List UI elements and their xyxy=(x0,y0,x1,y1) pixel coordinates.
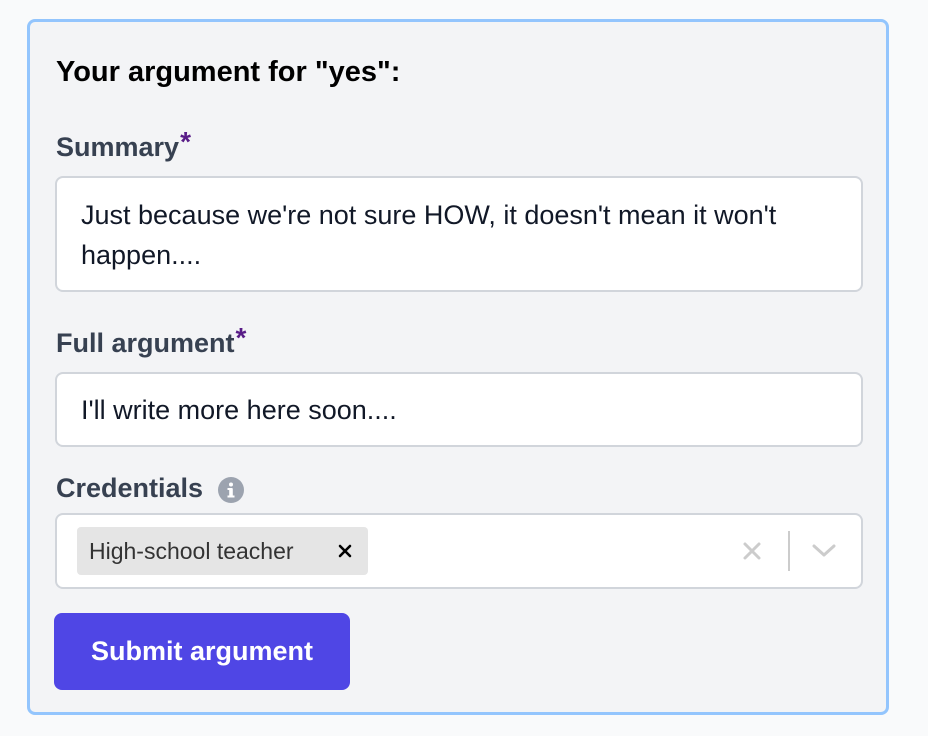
full-argument-input-value: I'll write more here soon.... xyxy=(81,395,397,425)
credentials-label-text: Credentials xyxy=(56,473,204,503)
summary-label-text: Summary xyxy=(56,132,180,162)
credentials-select[interactable]: High-school teacher xyxy=(55,513,863,589)
full-argument-label: Full argument * xyxy=(56,322,246,360)
summary-label: Summary * xyxy=(56,126,191,164)
credential-chip: High-school teacher xyxy=(77,527,368,575)
argument-form-card: Your argument for "yes": Summary * Just b… xyxy=(27,19,889,715)
chevron-down-icon[interactable] xyxy=(807,536,841,566)
full-argument-input[interactable]: I'll write more here soon.... xyxy=(55,372,863,447)
full-argument-label-text: Full argument xyxy=(56,328,235,358)
form-heading: Your argument for "yes": xyxy=(56,56,401,88)
submit-argument-button[interactable]: Submit argument xyxy=(54,613,350,690)
credentials-label: Credentials xyxy=(56,473,245,504)
close-icon[interactable] xyxy=(330,527,360,575)
close-icon[interactable] xyxy=(737,536,767,566)
summary-input[interactable]: Just because we're not sure HOW, it does… xyxy=(55,176,863,292)
indicator-separator xyxy=(788,531,790,571)
info-icon[interactable] xyxy=(218,476,245,503)
required-marker: * xyxy=(235,322,247,353)
summary-input-value: Just because we're not sure HOW, it does… xyxy=(81,200,777,270)
required-marker: * xyxy=(180,126,191,157)
credential-chip-label: High-school teacher xyxy=(89,537,294,564)
